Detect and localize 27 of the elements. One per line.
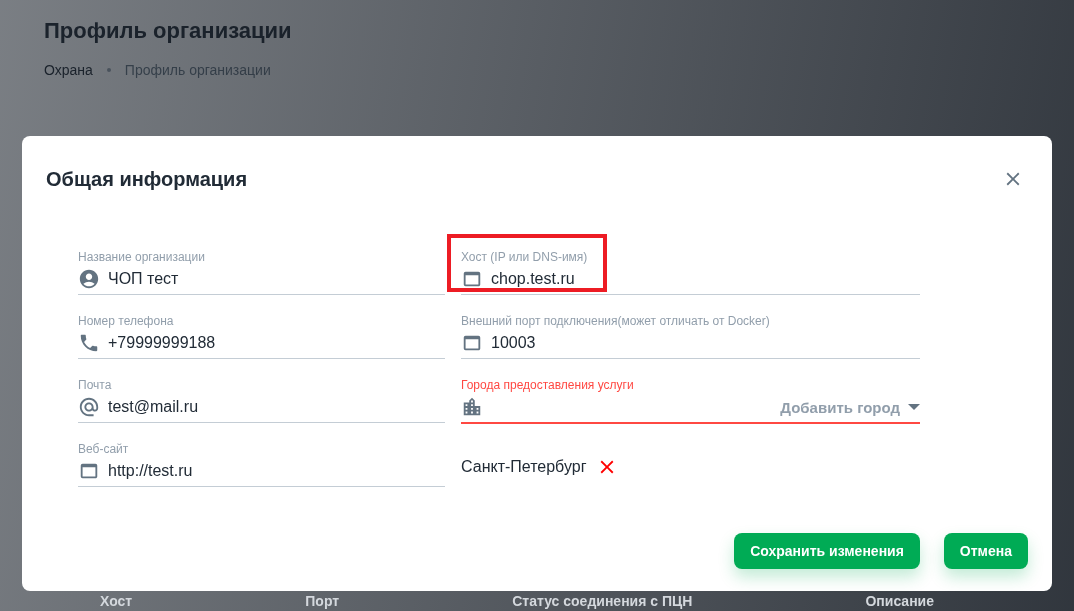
text-field[interactable]: http://test.ru — [78, 456, 445, 487]
text-field[interactable]: +79999999188 — [78, 328, 445, 359]
person-icon — [78, 268, 100, 290]
breadcrumb-item: Профиль организации — [124, 62, 271, 78]
text-field[interactable]: test@mail.ru — [78, 392, 445, 423]
page-title: Профиль организации — [44, 18, 293, 44]
field-label: Внешний порт подключения(может отличать от Docker) — [461, 313, 770, 328]
breadcrumb-item[interactable]: Охрана — [44, 62, 93, 78]
column-header: Описание — [865, 593, 934, 609]
column-header: Порт — [305, 593, 340, 609]
field-label: Номер телефона — [78, 313, 174, 328]
column-header: Статус соединения с ПЦН — [512, 593, 693, 609]
building-icon — [461, 396, 483, 418]
text-field[interactable]: 10003 — [461, 328, 920, 359]
field-label: Название организации — [78, 249, 205, 264]
field-label: Почта — [78, 377, 112, 392]
city-tag: Санкт-Петербург — [461, 458, 587, 476]
dropdown-caret-icon — [908, 404, 920, 410]
text-field[interactable]: chop.test.ru — [461, 264, 920, 295]
dialog-title: Общая информация — [46, 167, 248, 191]
phone-icon — [78, 332, 100, 354]
at-sign-icon — [78, 396, 100, 418]
column-header: Хост — [100, 593, 133, 609]
text-field[interactable]: ЧОП тест — [78, 264, 445, 295]
field-label: Хост (IP или DNS-имя) — [461, 249, 588, 264]
field-label: Города предоставления услуги — [461, 377, 634, 392]
field-label: Веб-сайт — [78, 441, 129, 456]
